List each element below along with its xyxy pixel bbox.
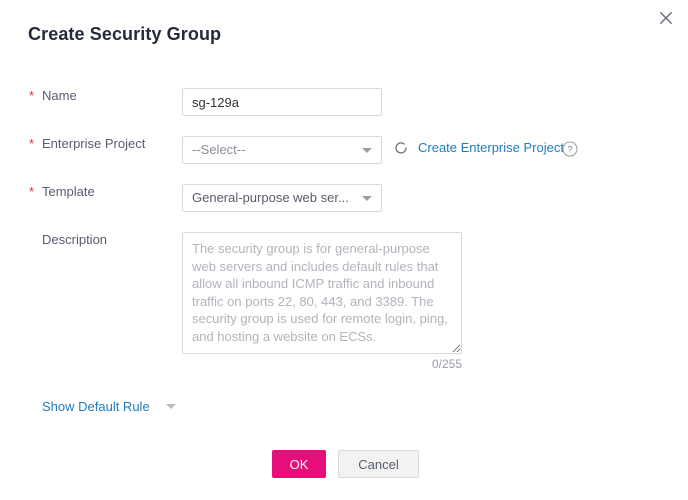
enterprise-project-field-wrap: --Select-- [182,136,382,164]
form-row-enterprise-project: * Enterprise Project --Select-- [0,130,688,178]
svg-text:?: ? [567,145,572,156]
name-input[interactable] [182,88,382,116]
dialog-footer: OK Cancel [0,450,688,478]
label-enterprise-project: Enterprise Project [42,136,146,151]
form-row-name: * Name [0,82,688,130]
refresh-icon[interactable] [393,140,409,156]
chevron-down-icon [165,404,176,409]
cancel-button[interactable]: Cancel [338,450,419,478]
description-field-wrap [182,232,462,359]
template-field-wrap: General-purpose web ser... [182,184,382,212]
help-icon[interactable]: ? [562,141,578,157]
required-asterisk: * [29,88,35,103]
show-default-rule-toggle[interactable]: Show Default Rule [42,399,176,414]
required-asterisk: * [29,136,35,151]
label-description: Description [42,232,108,247]
description-textarea[interactable] [182,232,462,354]
form-row-template: * Template General-purpose web ser... [0,178,688,226]
chevron-down-icon [362,196,372,201]
show-default-rule-label: Show Default Rule [42,399,150,414]
form-row-description: Description 0/255 [0,226,688,371]
name-field-wrap [182,88,382,116]
chevron-down-icon [362,148,372,153]
close-button[interactable] [655,7,677,29]
create-security-group-form: * Name * Enterprise Project --Select-- *… [0,82,688,371]
template-selected-value: General-purpose web ser... [192,190,349,205]
create-enterprise-project-link[interactable]: Create Enterprise Project [418,140,564,156]
page-title: Create Security Group [28,24,222,44]
enterprise-project-selected-value: --Select-- [192,142,246,157]
close-icon [659,11,673,25]
template-select[interactable]: General-purpose web ser... [182,184,382,212]
required-asterisk: * [29,184,35,199]
character-counter: 0/255 [431,357,462,371]
enterprise-project-select[interactable]: --Select-- [182,136,382,164]
label-name: Name [42,88,77,103]
ok-button[interactable]: OK [272,450,326,478]
label-template: Template [42,184,95,199]
